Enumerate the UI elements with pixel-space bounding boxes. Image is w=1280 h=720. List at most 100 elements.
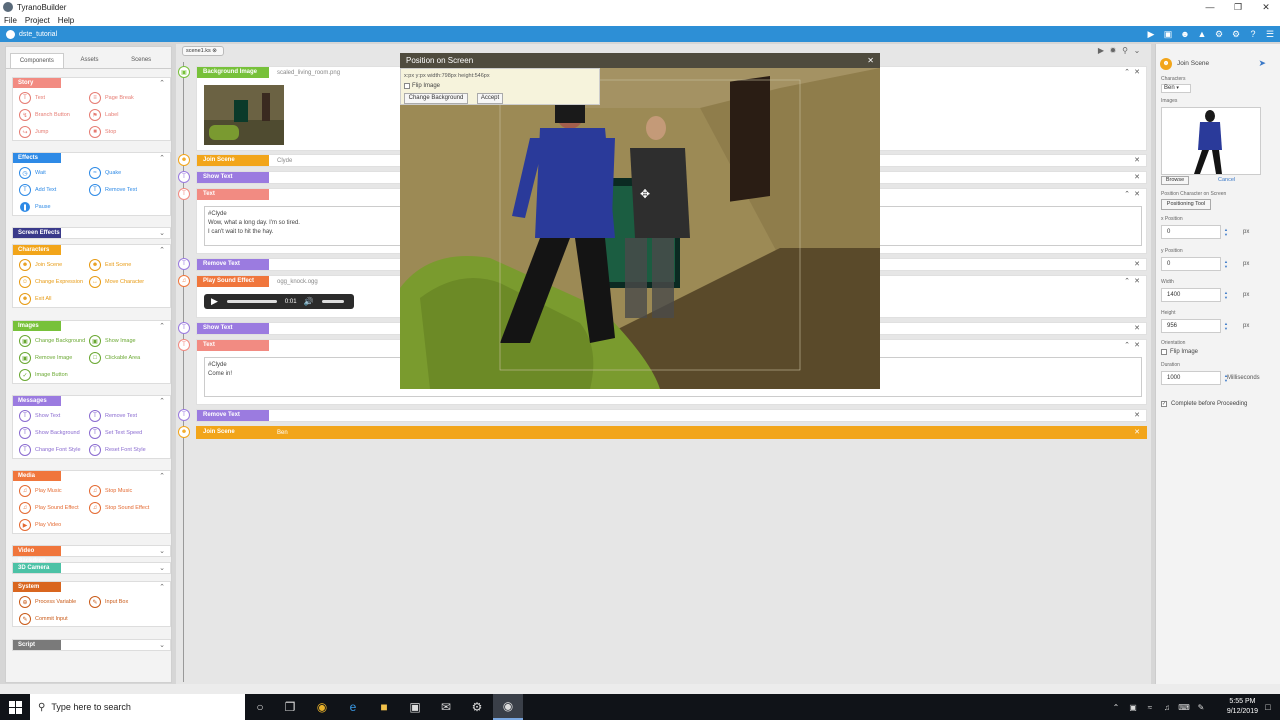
positioning-tool-button[interactable]: Positioning Tool	[1161, 199, 1211, 210]
app-icon[interactable]: ⚙	[462, 694, 492, 720]
characters-icon[interactable]: ☻	[1179, 28, 1191, 40]
taskbar-search[interactable]: ⚲ Type here to search	[30, 694, 245, 720]
start-button[interactable]	[0, 694, 30, 720]
play-icon[interactable]: ▶	[1145, 28, 1157, 40]
chevron-up-icon[interactable]: ⌃	[159, 246, 165, 254]
flip-image-option[interactable]: Flip Image	[404, 83, 440, 89]
export-icon[interactable]: ▲	[1196, 28, 1208, 40]
zoom-icon[interactable]: ⚲	[1119, 46, 1131, 55]
spinner-icon[interactable]: ▲ ▼	[1224, 227, 1228, 237]
delete-icon[interactable]: ✕	[1134, 156, 1140, 164]
component-remove-text-msg[interactable]: T Remove Text	[89, 410, 137, 422]
pin-icon[interactable]: ➤	[1258, 58, 1266, 69]
component-show-text[interactable]: T Show Text	[19, 410, 60, 422]
play-scene-icon[interactable]: ▶	[1095, 46, 1107, 55]
complete-option[interactable]: ✓ Complete before Proceeding	[1161, 401, 1247, 407]
x-position-input[interactable]: 0 ▲ ▼	[1161, 225, 1228, 239]
component-set-text-speed[interactable]: T Set Text Speed	[89, 427, 142, 439]
width-input[interactable]: 1400 ▲ ▼	[1161, 288, 1228, 302]
component-page-break[interactable]: ≡ Page Break	[89, 92, 134, 104]
tab-components[interactable]: Components	[10, 53, 64, 68]
component-add-text[interactable]: T Add Text	[19, 184, 56, 196]
component-wait[interactable]: ◷ Wait	[19, 167, 46, 179]
y-position-input[interactable]: 0 ▲ ▼	[1161, 257, 1228, 271]
settings-alt-icon[interactable]: ⚙	[1230, 28, 1242, 40]
category-label[interactable]: Images	[13, 321, 61, 331]
component-remove-text[interactable]: T Remove Text	[89, 184, 137, 196]
collapse-icon[interactable]: ⌃	[1124, 190, 1130, 198]
volume-slider[interactable]	[321, 300, 344, 303]
tab-assets[interactable]: Assets	[64, 53, 116, 68]
spinner-icon[interactable]: ▲ ▼	[1224, 290, 1228, 300]
menu-project[interactable]: Project	[25, 16, 50, 25]
component-change-background[interactable]: ▣ Change Background	[19, 335, 85, 347]
delete-icon[interactable]: ✕	[1134, 411, 1140, 419]
component-remove-image[interactable]: ▣ Remove Image	[19, 352, 72, 364]
category-label[interactable]: Characters	[13, 245, 61, 255]
component-quake[interactable]: ≈ Quake	[89, 167, 121, 179]
store-icon[interactable]: ▣	[400, 694, 430, 720]
category-label[interactable]: Media	[13, 471, 61, 481]
component-show-background[interactable]: T Show Background	[19, 427, 80, 439]
collapse-icon[interactable]: ⌄	[1131, 46, 1143, 55]
delete-icon[interactable]: ✕	[1134, 190, 1140, 198]
debug-icon[interactable]: ✹	[1107, 46, 1119, 55]
chevron-up-icon[interactable]: ⌃	[159, 79, 165, 87]
flip-image-option[interactable]: Flip Image	[1161, 349, 1198, 355]
language-icon[interactable]: ✎	[1193, 694, 1209, 720]
collapse-icon[interactable]: ⌃	[1124, 68, 1130, 76]
close-icon[interactable]: ✕	[867, 53, 874, 68]
accept-button[interactable]: Accept	[477, 93, 503, 104]
chevron-down-icon[interactable]: ⌄	[159, 229, 165, 237]
scene-tab[interactable]: scene1.ks ⊗	[182, 46, 224, 56]
category-label[interactable]: Video Backdrop	[13, 546, 61, 564]
change-background-button[interactable]: Change Background	[404, 93, 468, 104]
chevron-up-icon[interactable]: ⌃	[159, 397, 165, 405]
help-icon[interactable]: ?	[1247, 28, 1259, 40]
notifications-icon[interactable]: □	[1258, 694, 1278, 720]
duration-input[interactable]: 1000 ▲ ▼	[1161, 371, 1228, 385]
category-label[interactable]: 3D Camera	[13, 563, 61, 573]
menu-help[interactable]: Help	[58, 16, 74, 25]
component-exit-all[interactable]: ☻ Exit All	[19, 293, 52, 305]
component-change-font-style[interactable]: T Change Font Style	[19, 444, 81, 456]
complete-checkbox[interactable]: ✓	[1161, 401, 1167, 407]
tray-chevron-icon[interactable]: ⌃	[1108, 694, 1124, 720]
file-explorer-icon[interactable]: ■	[369, 694, 399, 720]
component-branch-button[interactable]: ↯ Branch Button	[19, 109, 70, 121]
component-change-expression[interactable]: ☺ Change Expression	[19, 276, 83, 288]
component-pause[interactable]: ❚ Pause	[19, 201, 51, 213]
edge-icon[interactable]: e	[338, 694, 368, 720]
component-text[interactable]: T Text	[19, 92, 45, 104]
audio-seek-bar[interactable]	[226, 300, 277, 303]
delete-icon[interactable]: ✕	[1134, 428, 1140, 436]
chevron-down-icon[interactable]: ⌄	[159, 547, 165, 555]
row-join-scene-selected[interactable]: Join Scene Ben ✕	[196, 426, 1147, 439]
spinner-icon[interactable]: ▲ ▼	[1224, 259, 1228, 269]
spinner-icon[interactable]: ▲ ▼	[1224, 321, 1228, 331]
chevron-up-icon[interactable]: ⌃	[159, 154, 165, 162]
collapse-icon[interactable]: ⌃	[1124, 341, 1130, 349]
save-icon[interactable]: ▣	[1162, 28, 1174, 40]
clock[interactable]: 5:55 PM 9/12/2019	[1227, 697, 1258, 717]
flip-checkbox[interactable]	[404, 83, 410, 89]
component-join-scene[interactable]: ☻ Join Scene	[19, 259, 62, 271]
component-stop[interactable]: ■ Stop	[89, 126, 116, 138]
menu-file[interactable]: File	[4, 16, 17, 25]
component-stop-sound-effect[interactable]: ♫ Stop Sound Effect	[89, 502, 149, 514]
volume-icon[interactable]: ♫	[1159, 694, 1175, 720]
component-reset-font-style[interactable]: T Reset Font Style	[89, 444, 146, 456]
mail-icon[interactable]: ✉	[431, 694, 461, 720]
height-input[interactable]: 956 ▲ ▼	[1161, 319, 1228, 333]
character-select[interactable]: Ben ▾	[1161, 84, 1191, 93]
chevron-up-icon[interactable]: ⌃	[159, 472, 165, 480]
component-jump[interactable]: ↪ Jump	[19, 126, 48, 138]
row-remove-text[interactable]: Remove Text ✕	[196, 409, 1147, 422]
chevron-down-icon[interactable]: ⌄	[159, 564, 165, 572]
network-icon[interactable]: ▣	[1125, 694, 1141, 720]
browse-button[interactable]: Browse	[1161, 176, 1189, 185]
maximize-icon[interactable]: ❐	[1224, 0, 1252, 14]
close-tab-icon[interactable]: ⊗	[212, 48, 217, 54]
chevron-down-icon[interactable]: ⌄	[159, 641, 165, 649]
scene-preview[interactable]: ✥	[400, 68, 880, 389]
